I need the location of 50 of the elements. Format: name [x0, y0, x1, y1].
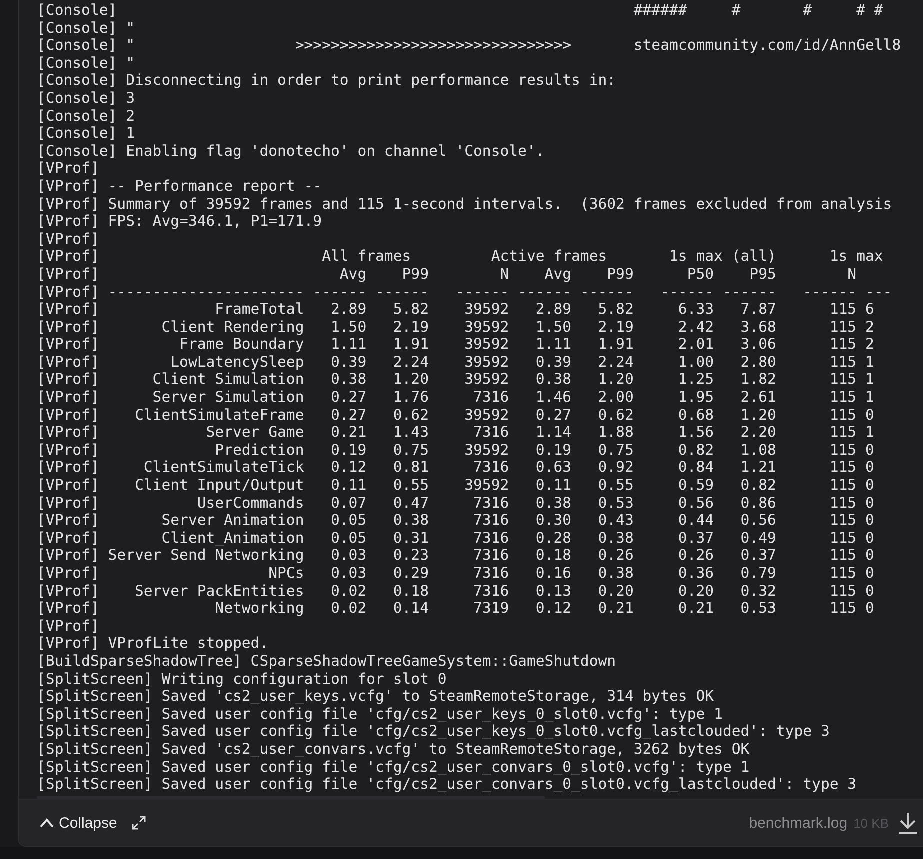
log-line: [VProf] Client Simulation 0.38 1.20 39592 0.38 1.20 1.25 1.82 115 1 — [37, 371, 876, 390]
log-line: [VProf] FPS: Avg=346.1, P1=171.9 — [37, 213, 324, 231]
log-line: [VProf] VProfLite stopped. — [37, 635, 270, 653]
log-line: [VProf] ---------------------- ------ ------ ------ ------ ------ ------ ------ ------ --- — [37, 284, 894, 302]
log-line: [Console] 2 — [37, 108, 136, 126]
log-line: [VProf] All frames Active frames 1s max (all) 1s max — [37, 248, 884, 266]
chevron-up-icon — [39, 817, 55, 830]
log-line: [Console] ###### # # # # — [37, 2, 884, 20]
log-line: [VProf] Server Send Networking 0.03 0.23 7316 0.18 0.26 0.26 0.37 115 0 — [37, 547, 876, 565]
log-line: [Console] " — [37, 20, 136, 38]
log-line: [Console] Disconnecting in order to print performance results in: — [37, 72, 618, 90]
log-line: [VProf] Client Rendering 1.50 2.19 39592 1.50 2.19 2.42 3.68 115 2 — [37, 318, 876, 336]
log-line: [VProf] Frame Boundary 1.11 1.91 39592 1.11 1.91 2.01 3.06 115 2 — [37, 336, 876, 354]
log-line: [VProf] — [37, 160, 100, 178]
log-line: [Console] " >>>>>>>>>>>>>>>>>>>>>>>>>>>>>>> steamcommunity.com/id/AnnGell8 — [37, 37, 902, 55]
log-line: [BuildSparseShadowTree] CSparseShadowTreeGameSystem::GameShutdown — [37, 652, 618, 671]
log-line: [SplitScreen] Saved user config file 'cfg/cs2_user_convars_0_slot0.vcfg_lastclouded': type 3 — [37, 776, 858, 794]
log-line: [Console] Enabling flag 'donotecho' on channel 'Console'. — [37, 142, 546, 160]
log-line: [VProf] ClientSimulateTick 0.12 0.81 7316 0.63 0.92 0.84 1.21 115 0 — [37, 459, 876, 478]
file-name: benchmark.log — [749, 814, 848, 832]
collapse-button[interactable]: Collapse — [39, 814, 118, 832]
log-line: [VProf] Server Simulation 0.27 1.76 7316 1.46 2.00 1.95 2.61 115 1 — [37, 389, 876, 407]
log-line: [VProf] — [37, 618, 100, 636]
log-line: [VProf] — [37, 230, 100, 248]
log-line: [SplitScreen] Saved user config file 'cfg/cs2_user_convars_0_slot0.vcfg': type 1 — [37, 758, 751, 776]
log-line: [SplitScreen] Writing configuration for slot 0 — [37, 670, 448, 688]
log-line: [VProf] Server Game 0.21 1.43 7316 1.14 1.88 1.56 2.20 115 1 — [37, 424, 876, 442]
log-line: [VProf] Networking 0.02 0.14 7319 0.12 0.21 0.21 0.53 115 0 — [37, 600, 876, 618]
log-line: [Console] " — [37, 54, 136, 72]
log-line: [SplitScreen] Saved 'cs2_user_convars.vcfg' to SteamRemoteStorage, 3262 bytes OK — [37, 740, 751, 759]
log-line: [SplitScreen] Saved user config file 'cfg/cs2_user_keys_0_slot0.vcfg': type 1 — [37, 706, 724, 724]
log-line: [VProf] LowLatencySleep 0.39 2.24 39592 0.39 2.24 1.00 2.80 115 1 — [37, 354, 876, 372]
log-line: [VProf] Client Input/Output 0.11 0.55 39592 0.11 0.55 0.59 0.82 115 0 — [37, 477, 876, 495]
log-line: [VProf] -- Performance report -- — [37, 178, 324, 196]
log-line: [Console] 3 — [37, 90, 136, 108]
log-line: [SplitScreen] Saved user config file 'cfg/cs2_user_keys_0_slot0.vcfg_lastclouded': type 3 — [37, 723, 831, 741]
log-line: [Console] 1 — [37, 125, 136, 143]
log-line: [VProf] ClientSimulateFrame 0.27 0.62 39592 0.27 0.62 0.68 1.20 115 0 — [37, 406, 876, 424]
log-line: [VProf] FrameTotal 2.89 5.82 39592 2.89 5.82 6.33 7.87 115 6 — [37, 301, 876, 319]
log-line: [SplitScreen] Saved 'cs2_user_keys.vcfg' to SteamRemoteStorage, 314 bytes OK — [37, 688, 716, 706]
log-line: [VProf] Client_Animation 0.05 0.31 7316 0.28 0.38 0.37 0.49 115 0 — [37, 530, 876, 548]
log-line: [VProf] Server Animation 0.05 0.38 7316 0.30 0.43 0.44 0.56 115 0 — [37, 512, 876, 530]
download-icon[interactable] — [897, 811, 919, 836]
log-line: [VProf] Server PackEntities 0.02 0.18 7316 0.13 0.20 0.20 0.32 115 0 — [37, 582, 876, 600]
log-line: [VProf] Prediction 0.19 0.75 39592 0.19 0.75 0.82 1.08 115 0 — [37, 442, 876, 460]
log-line: [VProf] NPCs 0.03 0.29 7316 0.16 0.38 0.36 0.79 115 0 — [37, 565, 876, 583]
log-line: [VProf] UserCommands 0.07 0.47 7316 0.38 0.53 0.56 0.86 115 0 — [37, 494, 876, 512]
log-line: [VProf] Avg P99 N Avg P99 P50 P95 N — [37, 266, 858, 284]
expand-icon[interactable] — [131, 815, 148, 832]
log-line: [VProf] Summary of 39592 frames and 115 1-second intervals. (3602 frames excluded from analysis — [37, 196, 894, 214]
